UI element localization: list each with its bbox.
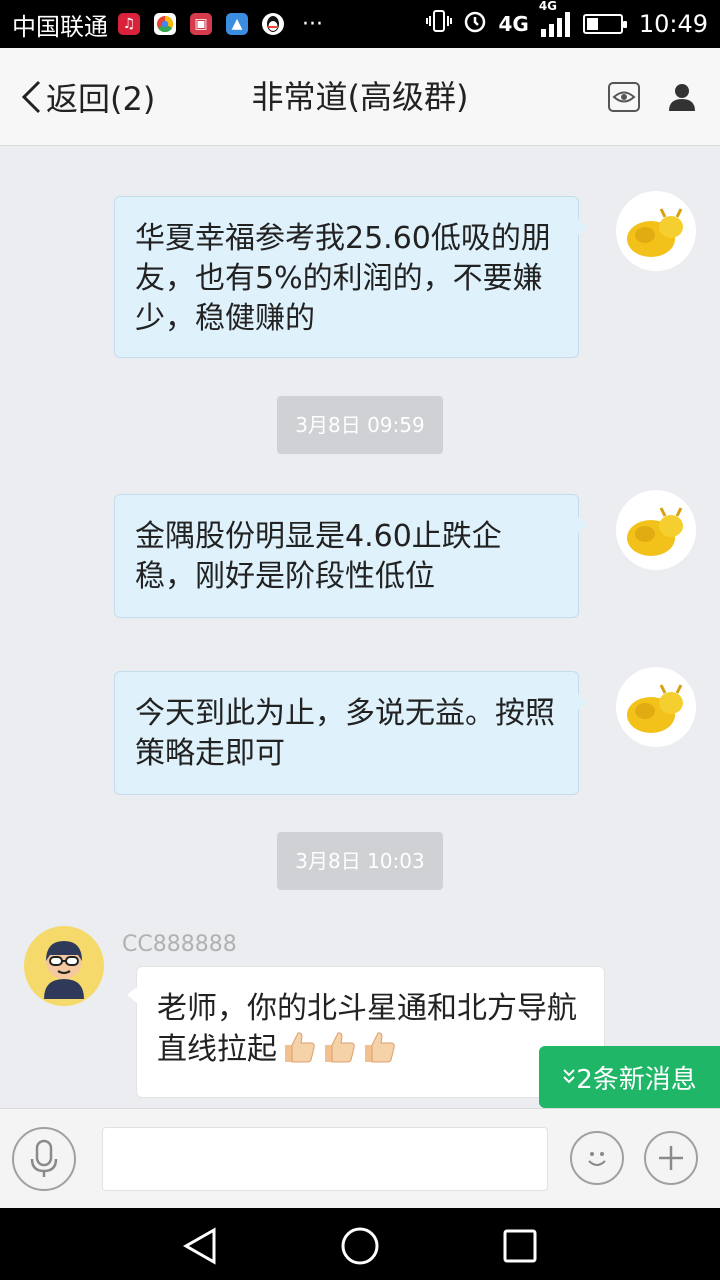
smiley-icon	[588, 1152, 606, 1166]
eye-icon-button[interactable]	[604, 77, 644, 117]
message-bubble[interactable]: 老师，你的北斗星通和北方导航直线拉起	[127, 966, 605, 1098]
triangle-back-icon	[182, 1227, 216, 1265]
gallery-app-icon: ▲	[226, 13, 248, 35]
vibrate-icon	[426, 9, 453, 39]
network-type-label: 4G	[498, 12, 529, 36]
carrier-label: 中国联通	[12, 12, 108, 41]
new-messages-button[interactable]: 2条新消息	[539, 1046, 720, 1108]
avatar[interactable]	[616, 490, 696, 570]
emoji-button[interactable]	[570, 1131, 624, 1185]
chat-header: 返回(2) 非常道(高级群)	[0, 48, 720, 146]
new-messages-label: 2条新消息	[576, 1064, 697, 1095]
music-app-icon: ♫	[118, 13, 140, 35]
square-recents-icon	[503, 1229, 537, 1263]
message-text: 金隅股份明显是4.60止跌企稳，刚好是阶段性低位	[135, 519, 502, 594]
message-bubble[interactable]: 华夏幸福参考我25.60低吸的朋友，也有5%的利润的，不要嫌少，稳健赚的	[114, 196, 588, 358]
golden-bull-avatar-icon	[627, 507, 683, 556]
message-input[interactable]	[102, 1127, 548, 1191]
message-bubble[interactable]: 金隅股份明显是4.60止跌企稳，刚好是阶段性低位	[114, 494, 588, 618]
eye-icon	[608, 82, 640, 112]
chevron-left-icon	[21, 80, 41, 114]
qq-app-icon	[262, 13, 284, 35]
message-text: 今天到此为止，多说无益。按照策略走即可	[135, 696, 555, 771]
back-button[interactable]: 返回(2)	[20, 48, 155, 146]
avatar[interactable]	[616, 667, 696, 747]
sender-name: CC888888	[122, 932, 237, 957]
more-notifications-icon: ···	[302, 11, 323, 37]
clock: 10:49	[638, 10, 708, 38]
nav-home-button[interactable]	[340, 1226, 380, 1266]
nav-recents-button[interactable]	[500, 1226, 540, 1266]
avatar[interactable]	[24, 926, 104, 1006]
browser-app-icon	[154, 13, 176, 35]
back-label: 返回(2)	[46, 80, 156, 118]
plus-icon	[659, 1146, 683, 1170]
input-bar	[0, 1108, 720, 1208]
double-chevron-down-icon	[563, 1069, 575, 1084]
alarm-icon	[462, 8, 488, 40]
golden-bull-avatar-icon	[627, 208, 683, 257]
message-text: 华夏幸福参考我25.60低吸的朋友，也有5%的利润的，不要嫌少，稳健赚的	[135, 221, 551, 336]
network-type-label-secondary: 4G	[538, 0, 558, 13]
shop-app-icon: ▣	[190, 13, 212, 35]
person-icon	[669, 84, 695, 111]
system-navigation-bar	[0, 1208, 720, 1280]
status-bar: 中国联通 ♫ ▣ ▲ ··· 4G 4G 10:49	[0, 0, 720, 48]
thumbs-up-icon	[361, 1029, 397, 1065]
microphone-icon	[30, 1139, 58, 1177]
circle-home-icon	[341, 1227, 379, 1265]
timestamp: 3月8日 10:03	[277, 832, 443, 890]
more-options-button[interactable]	[644, 1131, 698, 1185]
voice-button[interactable]	[12, 1127, 76, 1191]
group-profile-button[interactable]	[662, 77, 702, 117]
thumbs-up-icon	[321, 1029, 357, 1065]
thumbs-up-icon	[281, 1029, 317, 1065]
timestamp: 3月8日 09:59	[277, 396, 443, 454]
battery-icon	[582, 14, 627, 34]
message-bubble[interactable]: 今天到此为止，多说无益。按照策略走即可	[114, 671, 588, 795]
golden-bull-avatar-icon	[627, 684, 683, 733]
user-avatar-icon	[44, 941, 84, 999]
avatar[interactable]	[616, 191, 696, 271]
nav-back-button[interactable]	[180, 1226, 220, 1266]
signal-icon: 4G	[539, 0, 573, 37]
